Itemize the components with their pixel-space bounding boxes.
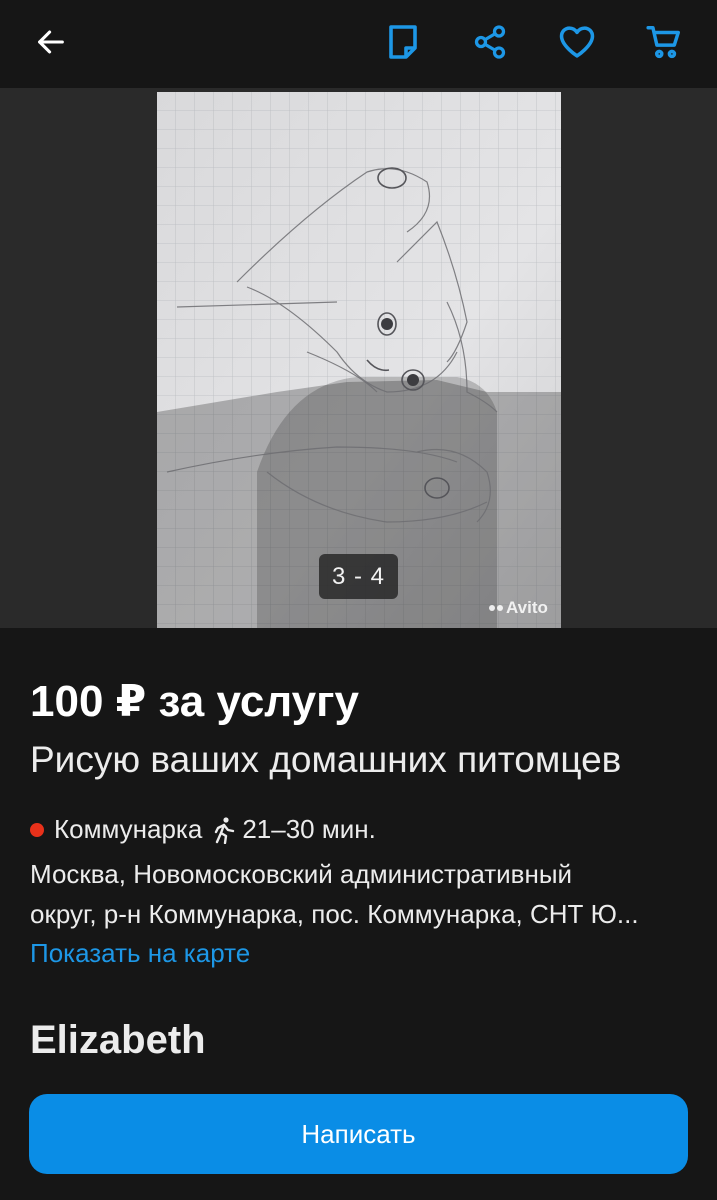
address-line-2: округ, р-н Коммунарка, пос. Коммунарка, … xyxy=(30,899,639,929)
back-button[interactable] xyxy=(23,14,79,70)
listing-price: 100 ₽ за услугу xyxy=(30,677,359,726)
metro-station: Коммунарка xyxy=(54,814,203,844)
top-app-bar xyxy=(0,0,717,88)
watermark-text: Avito xyxy=(506,598,548,617)
listing-photo[interactable] xyxy=(157,92,561,628)
share-button[interactable] xyxy=(462,14,518,70)
metro-info: Коммунарка 21–30 мин. xyxy=(30,814,376,845)
avito-logo-icon xyxy=(489,605,503,611)
address-line-1: Москва, Новомосковский административный xyxy=(30,859,573,889)
seller-name[interactable]: Elizabeth xyxy=(30,1018,206,1063)
share-icon xyxy=(474,25,506,59)
note-button[interactable] xyxy=(375,14,431,70)
note-icon xyxy=(389,25,417,59)
address: Москва, Новомосковский административный … xyxy=(30,854,690,934)
photo-gallery[interactable]: 3 - 4 Avito xyxy=(0,88,717,628)
listing-title: Рисую ваших домашних питомцев xyxy=(30,739,622,780)
metro-line-icon xyxy=(30,822,44,837)
favorite-button[interactable] xyxy=(549,14,605,70)
walking-icon xyxy=(212,816,236,844)
pencil-sketch-image xyxy=(157,92,561,628)
heart-icon xyxy=(559,26,595,58)
cart-button[interactable] xyxy=(636,14,692,70)
photo-counter: 3 - 4 xyxy=(319,554,398,599)
write-message-button[interactable]: Написать xyxy=(29,1094,688,1174)
travel-time: 21–30 мин. xyxy=(242,814,376,844)
show-on-map-link[interactable]: Показать на карте xyxy=(30,938,250,969)
cart-icon xyxy=(646,26,680,59)
arrow-left-icon xyxy=(38,30,64,54)
avito-watermark: Avito xyxy=(489,598,548,618)
